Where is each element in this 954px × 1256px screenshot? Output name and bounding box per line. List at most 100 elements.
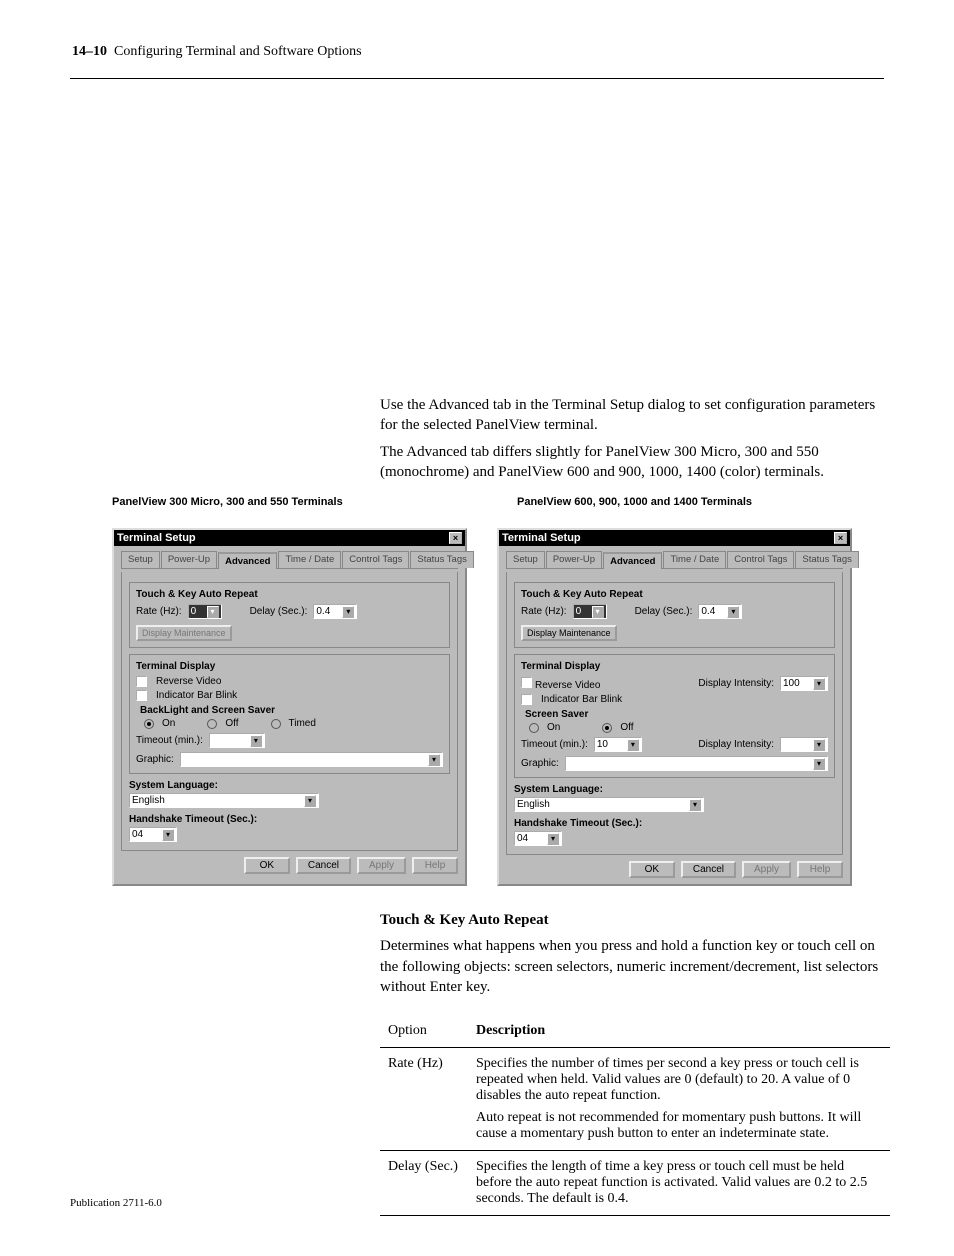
system-language-combo[interactable]: English▾ [514, 797, 704, 812]
chevron-down-icon: ▾ [162, 829, 174, 841]
radio-timed-label: Timed [289, 718, 316, 729]
chevron-down-icon: ▾ [813, 739, 825, 751]
chevron-down-icon: ▾ [547, 833, 559, 845]
tab-timedate[interactable]: Time / Date [278, 551, 341, 568]
radio-on-label: On [547, 722, 560, 733]
ok-button[interactable]: OK [244, 857, 290, 874]
tab-advanced[interactable]: Advanced [218, 552, 277, 569]
note-rate: Auto repeat is not recommended for momen… [476, 1110, 882, 1142]
chevron-down-icon: ▾ [342, 606, 354, 618]
chevron-down-icon: ▾ [592, 606, 604, 618]
close-icon[interactable]: × [834, 532, 847, 544]
cancel-button[interactable]: Cancel [296, 857, 351, 874]
graphic-label: Graphic: [521, 758, 559, 769]
timeout-combo[interactable]: ▾ [209, 733, 265, 748]
dialog-title: Terminal Setup [117, 532, 196, 544]
indicator-bar-blink-checkbox[interactable] [521, 694, 532, 705]
indicator-bar-blink-label: Indicator Bar Blink [156, 690, 237, 701]
delay-label: Delay (Sec.): [635, 606, 693, 617]
rate-combo[interactable]: 0▾ [573, 604, 607, 619]
graphic-combo[interactable]: ▾ [565, 756, 828, 771]
display-intensity-ss-combo[interactable]: ▾ [780, 737, 828, 752]
cancel-button[interactable]: Cancel [681, 861, 736, 878]
radio-timed[interactable] [271, 719, 281, 729]
tab-statustags[interactable]: Status Tags [795, 551, 858, 568]
tab-powerup[interactable]: Power-Up [546, 551, 602, 568]
tab-controltags[interactable]: Control Tags [342, 551, 409, 568]
delay-combo[interactable]: 0.4▾ [698, 604, 742, 619]
apply-button: Apply [357, 857, 406, 874]
touchkey-group: Touch & Key Auto Repeat [136, 589, 357, 600]
desc-delay: Specifies the length of time a key press… [468, 1151, 890, 1216]
terminal-display-group: Terminal Display [136, 661, 443, 672]
chevron-down-icon: ▾ [813, 758, 825, 770]
radio-on-label: On [162, 718, 175, 729]
caption-left: PanelView 300 Micro, 300 and 550 Termina… [112, 496, 467, 508]
page-title: Configuring Terminal and Software Option… [114, 44, 362, 59]
tab-setup[interactable]: Setup [121, 551, 160, 568]
apply-button: Apply [742, 861, 791, 878]
graphic-combo[interactable]: ▾ [180, 752, 443, 767]
reverse-video-checkbox[interactable] [136, 676, 147, 687]
terminal-setup-dialog-left: Terminal Setup × Setup Power-Up Advanced… [112, 528, 467, 886]
dialog-title: Terminal Setup [502, 532, 581, 544]
display-intensity-label: Display Intensity: [698, 678, 774, 689]
timeout-combo[interactable]: 10▾ [594, 737, 642, 752]
chevron-down-icon: ▾ [250, 735, 262, 747]
terminal-display-group: Terminal Display [521, 661, 828, 672]
close-icon[interactable]: × [449, 532, 462, 544]
table-row: Delay (Sec.) Specifies the length of tim… [380, 1151, 890, 1216]
delay-combo[interactable]: 0.4▾ [313, 604, 357, 619]
rate-label: Rate (Hz): [136, 606, 182, 617]
system-language-combo[interactable]: English▾ [129, 793, 319, 808]
rate-label: Rate (Hz): [521, 606, 567, 617]
chevron-down-icon: ▾ [428, 754, 440, 766]
chevron-down-icon: ▾ [627, 739, 639, 751]
graphic-label: Graphic: [136, 754, 174, 765]
display-maintenance-button[interactable]: Display Maintenance [521, 625, 617, 641]
radio-off[interactable] [602, 723, 612, 733]
touchkey-group: Touch & Key Auto Repeat [521, 589, 742, 600]
chevron-down-icon: ▾ [813, 678, 825, 690]
intro-paragraph-1: Use the Advanced tab in the Terminal Set… [380, 395, 884, 436]
reverse-video-checkbox[interactable] [521, 677, 532, 688]
handshake-combo[interactable]: 04▾ [514, 831, 562, 846]
tab-statustags[interactable]: Status Tags [410, 551, 473, 568]
handshake-label: Handshake Timeout (Sec.): [129, 814, 450, 825]
intro-paragraph-2: The Advanced tab differs slightly for Pa… [380, 442, 884, 483]
tab-advanced[interactable]: Advanced [603, 552, 662, 569]
handshake-combo[interactable]: 04▾ [129, 827, 177, 842]
opt-delay: Delay (Sec.) [380, 1151, 468, 1216]
delay-label: Delay (Sec.): [250, 606, 308, 617]
tab-timedate[interactable]: Time / Date [663, 551, 726, 568]
options-table: Option Description Rate (Hz) Specifies t… [380, 1015, 890, 1216]
radio-off[interactable] [207, 719, 217, 729]
tab-controltags[interactable]: Control Tags [727, 551, 794, 568]
desc-rate: Specifies the number of times per second… [476, 1056, 859, 1103]
ok-button[interactable]: OK [629, 861, 675, 878]
header-rule [70, 78, 884, 79]
footer-publication: Publication 2711-6.0 [70, 1197, 162, 1209]
display-intensity-label-ss: Display Intensity: [698, 739, 774, 750]
indicator-bar-blink-label: Indicator Bar Blink [541, 694, 622, 705]
radio-off-label: Off [620, 722, 633, 733]
terminal-setup-dialog-right: Terminal Setup × Setup Power-Up Advanced… [497, 528, 852, 886]
display-maintenance-button: Display Maintenance [136, 625, 232, 641]
screen-saver-group: Screen Saver [525, 709, 828, 720]
help-button[interactable]: Help [412, 857, 458, 874]
help-button[interactable]: Help [797, 861, 843, 878]
tab-powerup[interactable]: Power-Up [161, 551, 217, 568]
tab-setup[interactable]: Setup [506, 551, 545, 568]
radio-on[interactable] [529, 723, 539, 733]
rate-combo[interactable]: 0▾ [188, 604, 222, 619]
chevron-down-icon: ▾ [207, 606, 219, 618]
radio-on[interactable] [144, 719, 154, 729]
system-language-label: System Language: [514, 784, 835, 795]
display-intensity-combo[interactable]: 100▾ [780, 676, 828, 691]
section-heading-touchkey: Touch & Key Auto Repeat [380, 910, 884, 930]
chevron-down-icon: ▾ [689, 799, 701, 811]
system-language-label: System Language: [129, 780, 450, 791]
caption-right: PanelView 600, 900, 1000 and 1400 Termin… [517, 496, 872, 508]
indicator-bar-blink-checkbox[interactable] [136, 690, 147, 701]
radio-off-label: Off [225, 718, 238, 729]
